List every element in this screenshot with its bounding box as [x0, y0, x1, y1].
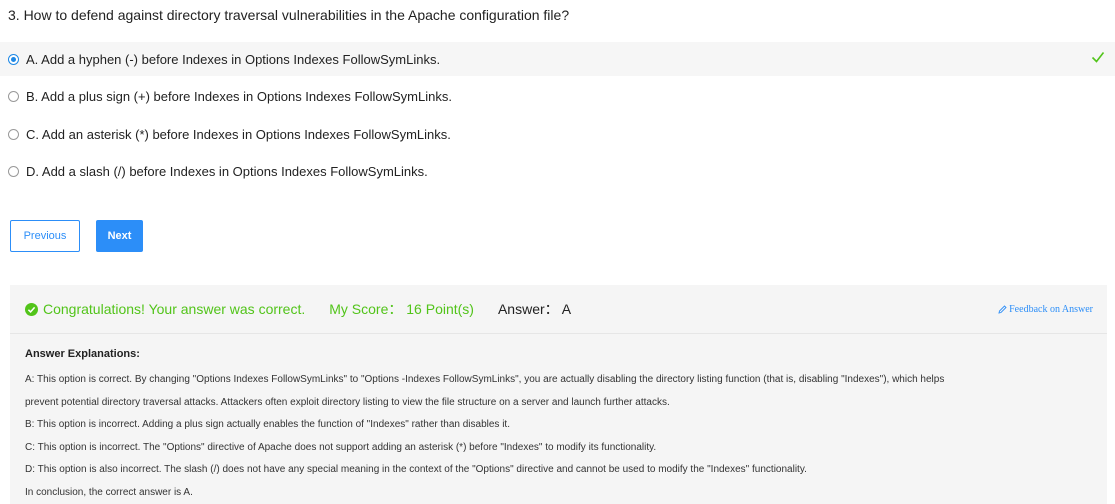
- option-a[interactable]: A. Add a hyphen (-) before Indexes in Op…: [0, 42, 1115, 76]
- explanation-title: Answer Explanations:: [25, 348, 140, 360]
- edit-icon: [998, 305, 1007, 314]
- option-a-label: A. Add a hyphen (-) before Indexes in Op…: [26, 51, 441, 67]
- radio-option-c[interactable]: [8, 128, 19, 140]
- score-text: My Score： 16 Point(s): [329, 301, 474, 317]
- result-message: Congratulations! Your answer was correct…: [43, 301, 306, 317]
- question-text: 3. How to defend against directory trave…: [8, 7, 570, 23]
- option-b-label: B. Add a plus sign (+) before Indexes in…: [26, 89, 452, 104]
- option-c-label: C. Add an asterisk (*) before Indexes in…: [26, 126, 451, 142]
- radio-option-a[interactable]: [8, 53, 19, 65]
- option-d-label: D. Add a slash (/) before Indexes in Opt…: [26, 164, 428, 179]
- explanation-line: B: This option is incorrect. Adding a pl…: [25, 419, 510, 430]
- next-button[interactable]: Next: [96, 220, 143, 252]
- radio-option-b[interactable]: [8, 91, 19, 102]
- explanation-line: In conclusion, the correct answer is A.: [25, 486, 193, 498]
- explanation-line: prevent potential directory traversal at…: [25, 396, 670, 408]
- explanation-body: A: This option is correct. By changing "…: [25, 369, 1095, 504]
- feedback-link[interactable]: Feedback on Answer: [998, 304, 1093, 315]
- explanation-line: D: This option is also incorrect. The sl…: [25, 464, 807, 475]
- check-circle-icon: [25, 302, 38, 316]
- explanation-line: C: This option is incorrect. The "Option…: [25, 441, 657, 453]
- option-c[interactable]: C. Add an asterisk (*) before Indexes in…: [0, 117, 1115, 151]
- result-panel: Congratulations! Your answer was correct…: [10, 285, 1107, 504]
- feedback-label: Feedback on Answer: [1009, 304, 1093, 315]
- correct-check-icon: [1091, 52, 1105, 63]
- option-d[interactable]: D. Add a slash (/) before Indexes in Opt…: [0, 155, 1115, 189]
- answer-options: A. Add a hyphen (-) before Indexes in Op…: [0, 42, 1115, 192]
- explanation-line: A: This option is correct. By changing "…: [25, 374, 945, 385]
- answer-text: Answer： A: [497, 301, 572, 317]
- option-b[interactable]: B. Add a plus sign (+) before Indexes in…: [0, 80, 1115, 114]
- result-header: Congratulations! Your answer was correct…: [10, 285, 1107, 334]
- radio-option-d[interactable]: [8, 166, 19, 177]
- previous-button[interactable]: Previous: [10, 220, 80, 252]
